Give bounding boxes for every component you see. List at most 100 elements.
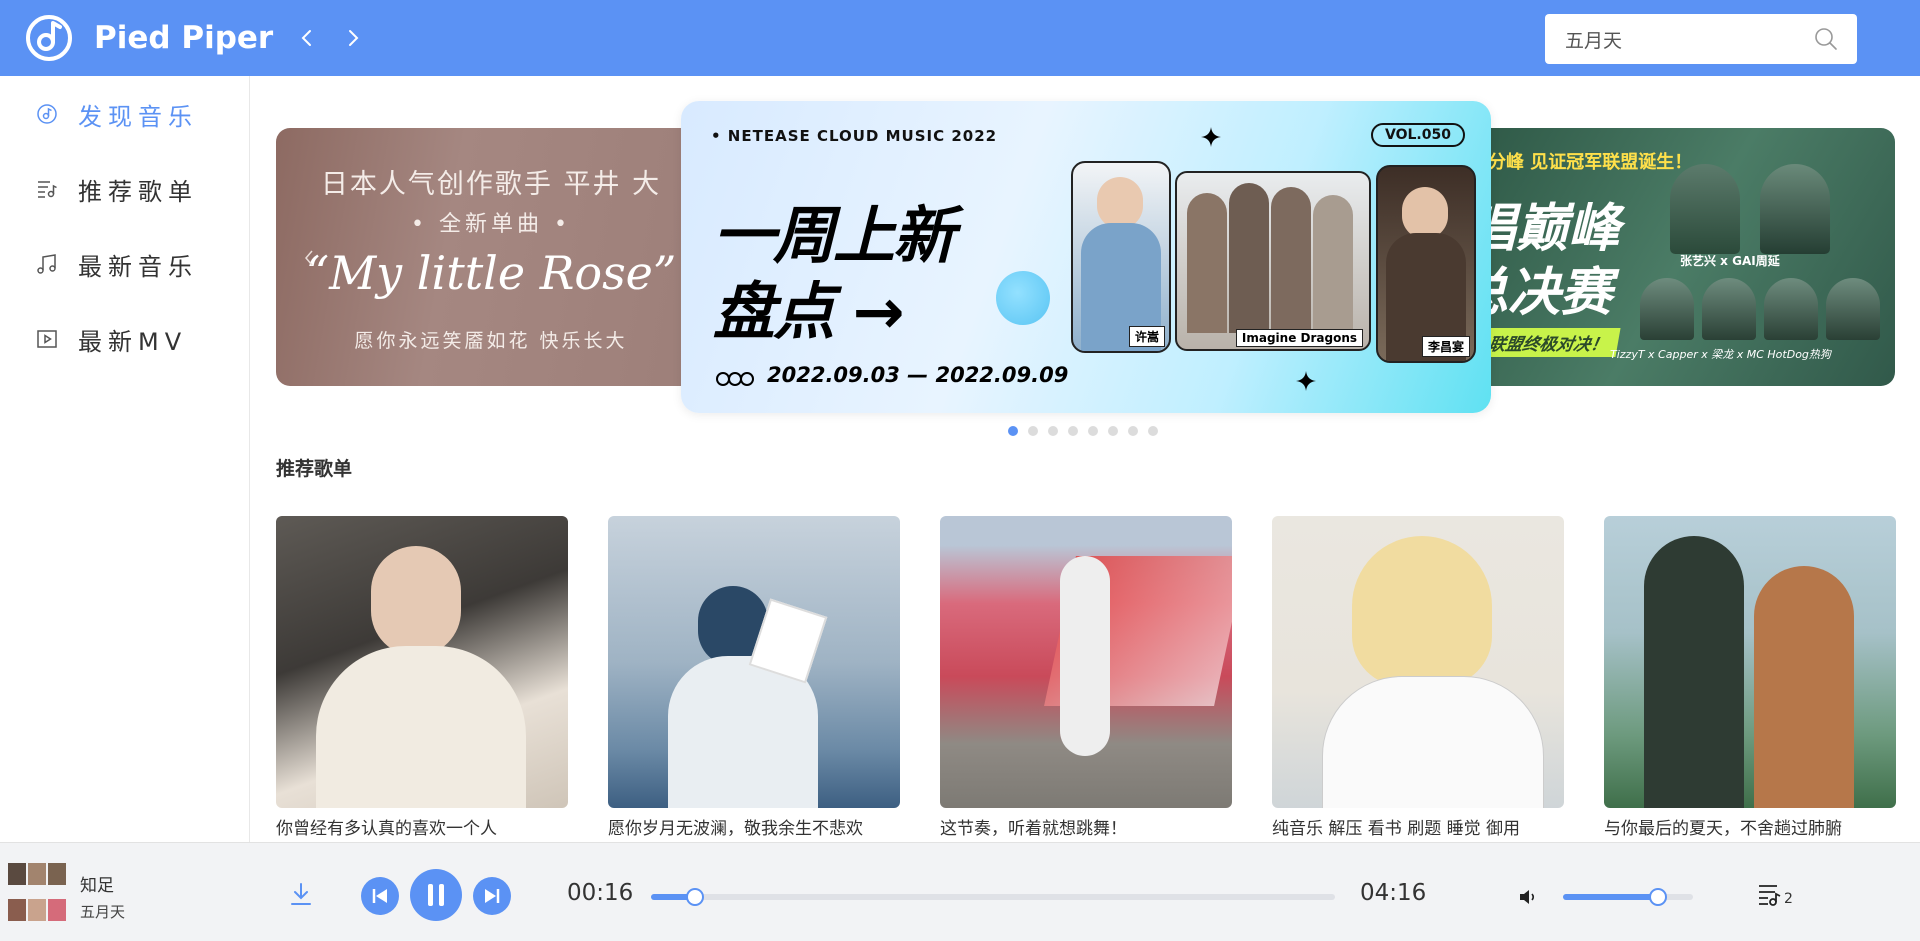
volume-slider[interactable] bbox=[1563, 888, 1693, 906]
progress-bar[interactable] bbox=[651, 888, 1335, 906]
album-tile bbox=[28, 863, 46, 885]
banner-right-title2: 总决赛 bbox=[1470, 263, 1613, 323]
carousel-dot[interactable] bbox=[1108, 426, 1118, 436]
artist-name-label: 许嵩 bbox=[1128, 326, 1165, 347]
playlist-name[interactable]: 你曾经有多认真的喜欢一个人 bbox=[276, 814, 568, 839]
playlist-card[interactable]: 这节奏，听着就想跳舞！ bbox=[940, 516, 1232, 839]
sidebar-item-label: 发现音乐 bbox=[78, 103, 198, 131]
previous-icon[interactable] bbox=[361, 877, 399, 915]
playlist-card[interactable]: 愿你岁月无波澜，敬我余生不悲欢 bbox=[608, 516, 900, 839]
section-title: 推荐歌单 bbox=[276, 458, 353, 480]
current-time: 00:16 bbox=[567, 880, 634, 906]
pause-icon[interactable] bbox=[410, 869, 462, 921]
volume-handle[interactable] bbox=[1648, 888, 1667, 906]
artist-photo bbox=[1670, 164, 1740, 254]
main-content: 日本人气创作歌手 平井 大 • 全新单曲 • “My little Rose” … bbox=[250, 76, 1920, 842]
sidebar-item-new-mv[interactable]: 最新MV bbox=[0, 309, 249, 369]
banner-slide-left[interactable]: 日本人气创作歌手 平井 大 • 全新单曲 • “My little Rose” … bbox=[276, 128, 706, 386]
cover-figure bbox=[371, 546, 461, 656]
player-bar: 知足 五月天 00:16 04:16 2 bbox=[0, 842, 1920, 941]
carousel-dot[interactable] bbox=[1028, 426, 1038, 436]
artist-photo bbox=[1760, 164, 1830, 254]
carousel-dot[interactable] bbox=[1008, 426, 1018, 436]
playlist-icon bbox=[38, 181, 57, 198]
top-header: Pied Piper bbox=[0, 0, 1920, 76]
progress-handle[interactable] bbox=[685, 888, 704, 906]
sidebar-item-new-music[interactable]: 最新音乐 bbox=[0, 234, 249, 294]
banner-slide-center[interactable]: • NETEASE CLOUD MUSIC 2022 VOL.050 一周上新 … bbox=[681, 101, 1491, 413]
sidebar-item-discover[interactable]: 发现音乐 bbox=[0, 84, 249, 144]
album-tile bbox=[28, 899, 46, 921]
carousel-dot[interactable] bbox=[1128, 426, 1138, 436]
banner-title-line2: 盘点 → bbox=[713, 275, 905, 348]
artist-photo bbox=[1229, 183, 1269, 333]
playlist-cover[interactable] bbox=[1272, 516, 1564, 808]
sidebar-item-playlists[interactable]: 推荐歌单 bbox=[0, 159, 249, 219]
playlist-card[interactable]: 你曾经有多认真的喜欢一个人 bbox=[276, 516, 568, 839]
artist-card[interactable]: 李昌宴 bbox=[1376, 165, 1476, 363]
cover-figure bbox=[1754, 566, 1854, 808]
playlist-card[interactable]: 纯音乐 解压 看书 刷题 睡觉 御用 bbox=[1272, 516, 1564, 839]
chevron-right-icon[interactable] bbox=[342, 26, 364, 50]
album-tile bbox=[48, 863, 66, 885]
carousel-dot[interactable] bbox=[1068, 426, 1078, 436]
search-icon[interactable] bbox=[1813, 26, 1839, 52]
artist-name-label: Imagine Dragons bbox=[1235, 329, 1363, 347]
playlist-name[interactable]: 与你最后的夏天，不舍趟过肺腑 bbox=[1604, 814, 1896, 839]
artist-name-label: 李昌宴 bbox=[1421, 336, 1470, 357]
artist-photo bbox=[1826, 278, 1880, 340]
playlist-name[interactable]: 愿你岁月无波澜，敬我余生不悲欢 bbox=[608, 814, 900, 839]
banner-dates: 2022.09.03 — 2022.09.09 bbox=[767, 363, 1069, 387]
volume-icon[interactable] bbox=[1516, 885, 1540, 909]
sidebar-item-label: 最新MV bbox=[78, 328, 188, 356]
search-input[interactable] bbox=[1563, 24, 1807, 54]
chevron-left-icon[interactable] bbox=[296, 26, 318, 50]
rings-icon bbox=[716, 372, 754, 386]
album-tile bbox=[8, 899, 26, 921]
decor-bubble bbox=[996, 271, 1050, 325]
playlist-cover[interactable] bbox=[1604, 516, 1896, 808]
total-time: 04:16 bbox=[1360, 880, 1427, 906]
artist-photo bbox=[1313, 195, 1353, 333]
playlist-cover[interactable] bbox=[940, 516, 1232, 808]
song-artist[interactable]: 五月天 bbox=[80, 901, 125, 922]
playlist-cover[interactable] bbox=[608, 516, 900, 808]
banner-right-caption2: TizzyT x Capper x 梁龙 x MC HotDog热狗 bbox=[1610, 348, 1831, 361]
artist-card[interactable]: Imagine Dragons bbox=[1175, 171, 1371, 351]
artist-photo bbox=[1271, 187, 1311, 333]
artist-card[interactable]: 许嵩 bbox=[1071, 161, 1171, 353]
banner-right-tag: 大联盟终极对决！ bbox=[1470, 328, 1621, 357]
banner-slide-right[interactable]: 村分峰 见证冠军联盟诞生！ 唱巅峰 总决赛 大联盟终极对决！ 张艺兴 x GAI… bbox=[1470, 128, 1895, 386]
sidebar: 发现音乐 推荐歌单 最新音乐 最新MV bbox=[0, 76, 250, 842]
download-icon[interactable] bbox=[288, 881, 314, 907]
carousel-dot[interactable] bbox=[1048, 426, 1058, 436]
artist-photos bbox=[1640, 162, 1880, 254]
chevron-left-icon[interactable] bbox=[302, 248, 316, 268]
playlist-queue-icon[interactable] bbox=[1756, 881, 1784, 909]
playlist-card[interactable]: 与你最后的夏天，不舍趟过肺腑 bbox=[1604, 516, 1896, 839]
sparkle-icon bbox=[1201, 127, 1221, 147]
next-icon[interactable] bbox=[473, 877, 511, 915]
song-title[interactable]: 知足 bbox=[80, 871, 114, 896]
artist-photo bbox=[1640, 278, 1694, 340]
artist-photo bbox=[1097, 177, 1143, 229]
carousel-dot[interactable] bbox=[1148, 426, 1158, 436]
cover-figure bbox=[316, 646, 526, 808]
volume-fill bbox=[1563, 894, 1657, 900]
banner-left-line3: “My little Rose” bbox=[305, 246, 677, 300]
album-tile bbox=[48, 899, 66, 921]
playlist-cover[interactable] bbox=[276, 516, 568, 808]
carousel-dot[interactable] bbox=[1088, 426, 1098, 436]
banner-left-line2: • 全新单曲 • bbox=[411, 212, 571, 237]
cover-figure bbox=[1644, 536, 1744, 808]
logo-icon bbox=[26, 15, 72, 61]
cover-figure bbox=[1060, 556, 1110, 756]
artist-photo bbox=[1402, 187, 1448, 239]
album-tile bbox=[8, 863, 26, 885]
playlist-name[interactable]: 这节奏，听着就想跳舞！ bbox=[940, 814, 1232, 839]
playlist-name[interactable]: 纯音乐 解压 看书 刷题 睡觉 御用 bbox=[1272, 814, 1564, 839]
cover-figure bbox=[1322, 676, 1544, 808]
banner-left-line4: 愿你永远笑靥如花 快乐长大 bbox=[354, 330, 628, 352]
album-cover[interactable] bbox=[8, 863, 66, 921]
sparkle-icon bbox=[1296, 371, 1316, 391]
